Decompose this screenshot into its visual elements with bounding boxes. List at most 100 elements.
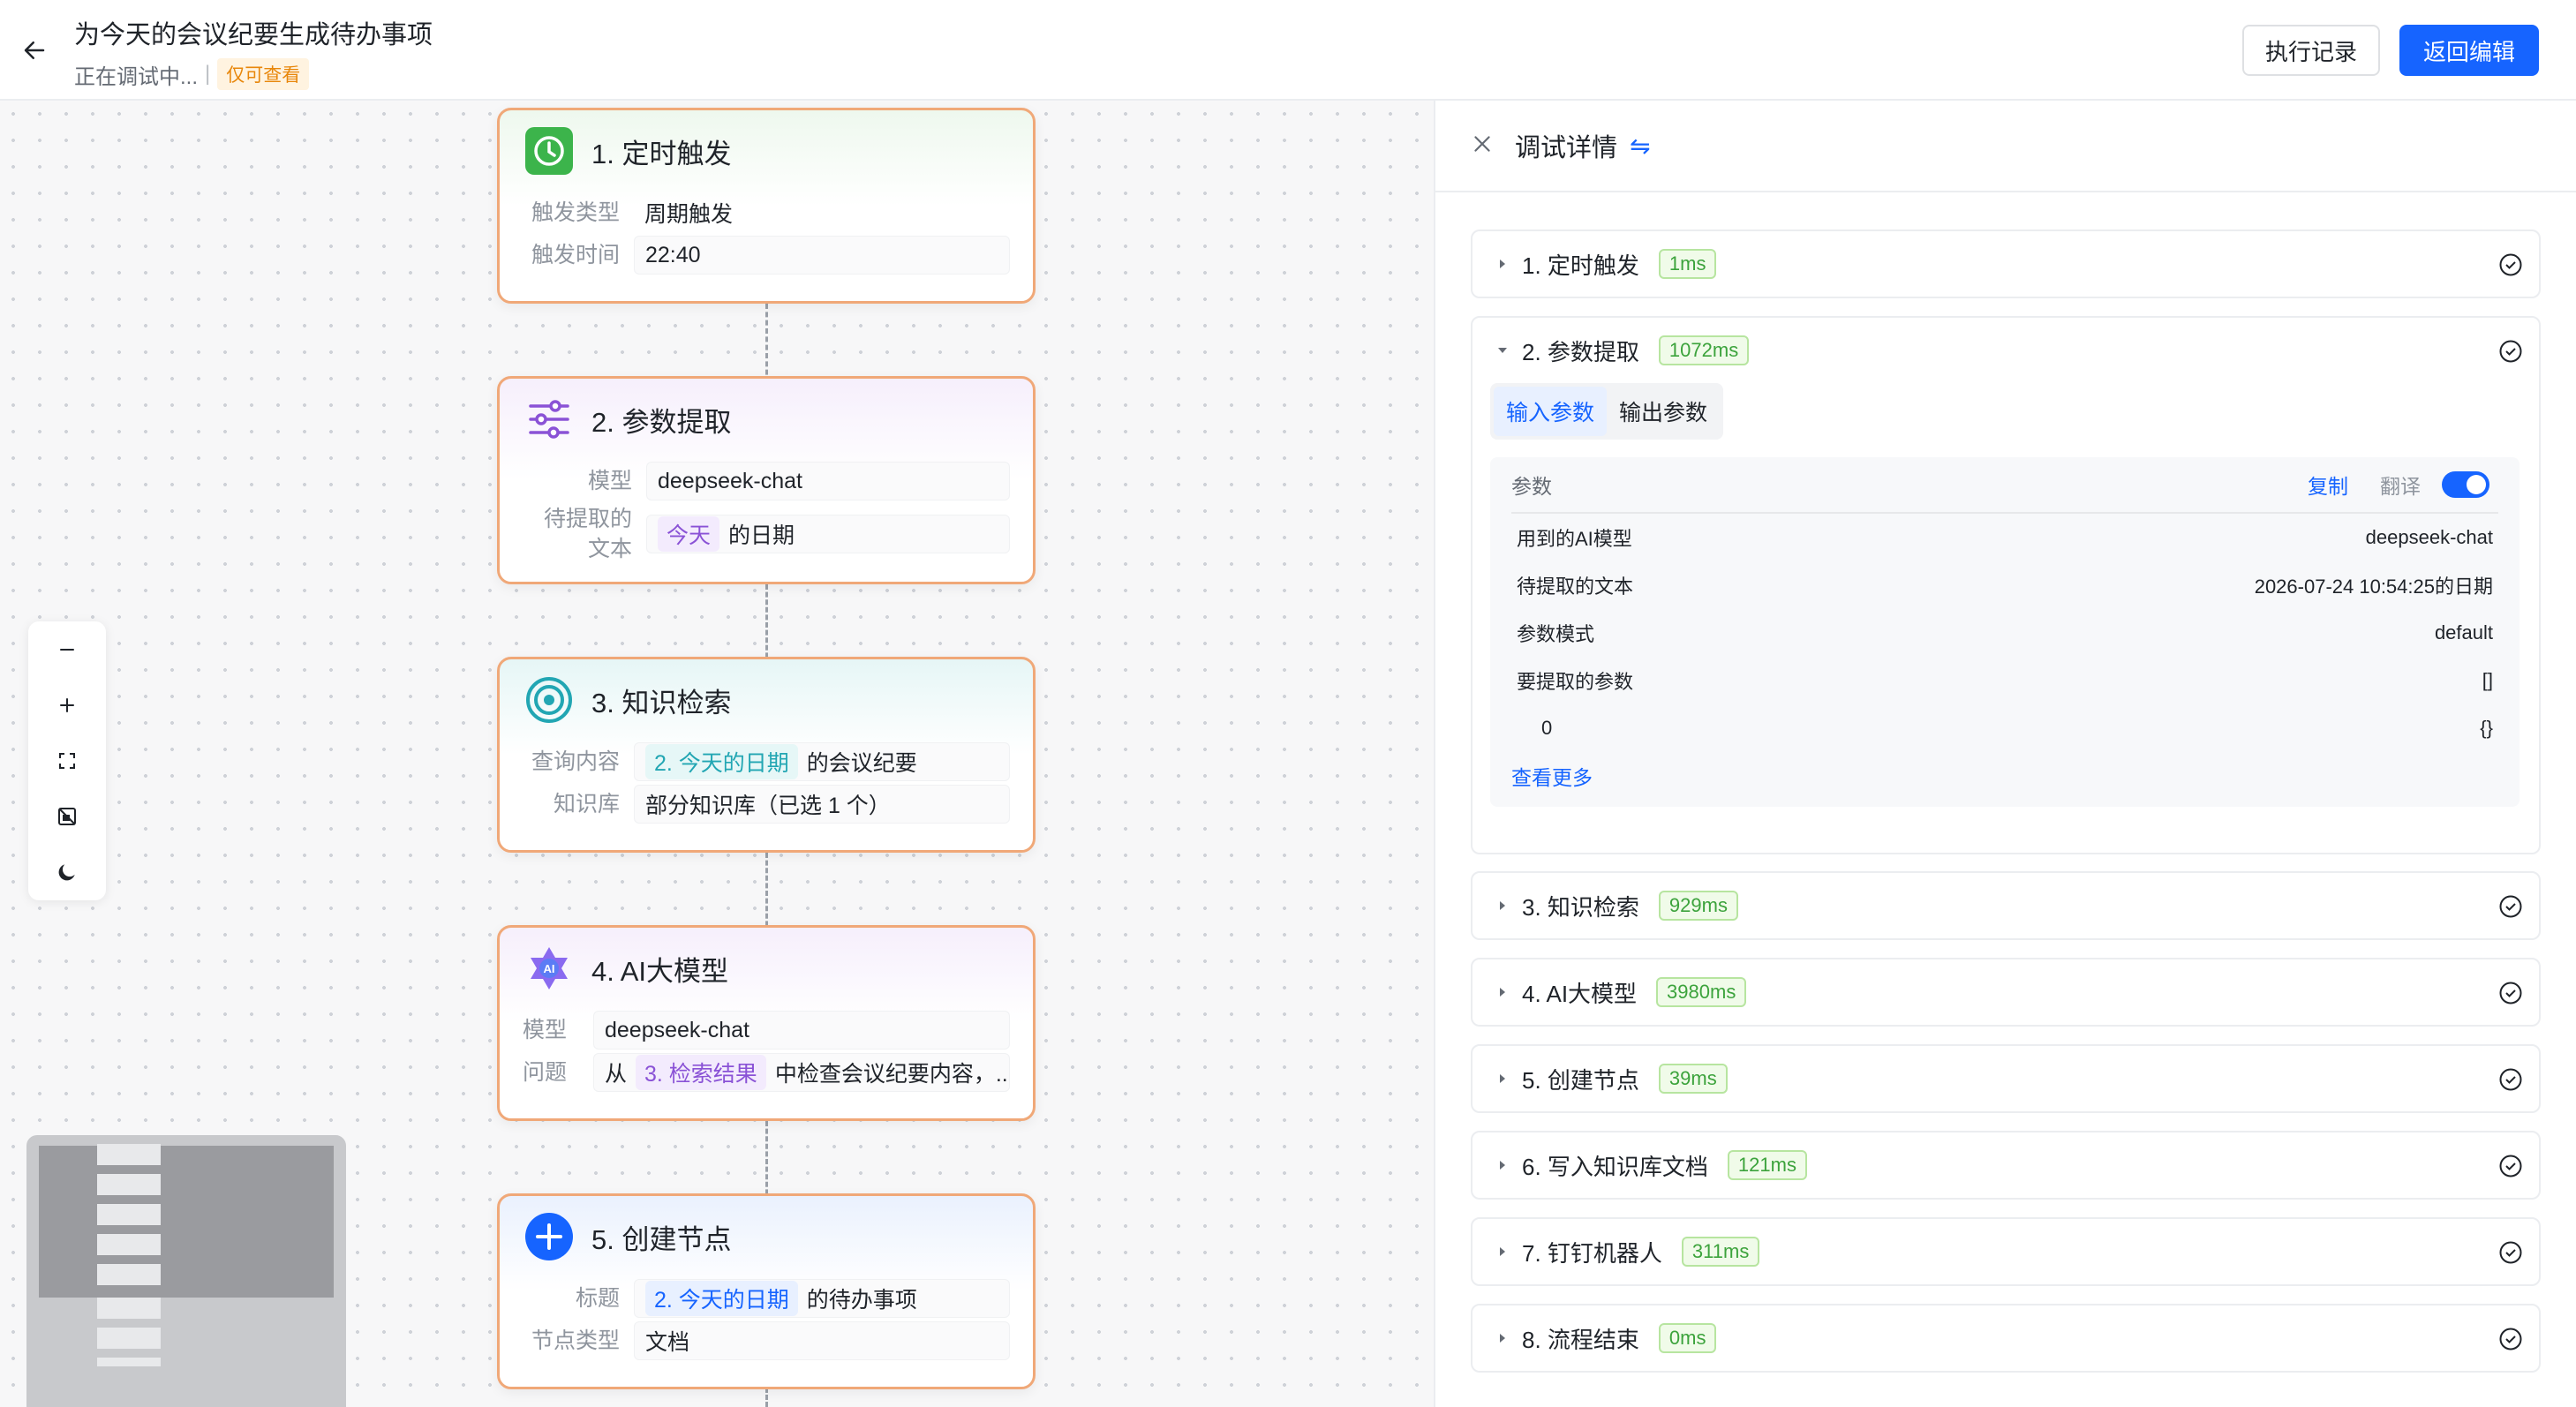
duration-badge: 1ms <box>1658 249 1717 279</box>
variable-tag: 2. 今天的日期 <box>645 744 798 779</box>
ai-star-icon: AI <box>524 944 574 993</box>
caret-right-icon[interactable] <box>1492 253 1513 275</box>
field-label: 待提取的文本 <box>543 507 632 561</box>
caret-right-icon[interactable] <box>1492 982 1513 1003</box>
node-title: 2. 参数提取 <box>591 406 732 438</box>
field-value: 的会议纪要 <box>806 751 917 776</box>
step-item[interactable]: 4. AI大模型 3980ms <box>1471 958 2541 1027</box>
step-item-expanded[interactable]: 2. 参数提取 1072ms 输入参数 输出参数 参数 复制 翻译 用到的AI模… <box>1471 316 2541 854</box>
connector-line <box>765 853 768 934</box>
step-item[interactable]: 7. 钉钉机器人 311ms <box>1471 1217 2541 1286</box>
minimap-viewport[interactable] <box>39 1146 334 1298</box>
field-label: 查询内容 <box>531 749 620 774</box>
param-value: default <box>2434 621 2493 643</box>
minimap-toggle-icon[interactable] <box>28 788 106 844</box>
param-row: 0 {} <box>1511 704 2498 752</box>
step-name: 1. 定时触发 <box>1522 252 1639 279</box>
minimap-node <box>97 1264 161 1285</box>
caret-right-icon[interactable] <box>1492 1328 1513 1349</box>
tab-input-params[interactable]: 输入参数 <box>1494 387 1608 436</box>
minimap-node <box>97 1298 161 1319</box>
debug-detail-panel: 调试详情 ⇋ 1. 定时触发 1ms 2. 参数提取 1072ms 输入参数 输… <box>1434 101 2576 1407</box>
dark-mode-moon-icon[interactable] <box>28 844 106 899</box>
caret-right-icon[interactable] <box>1492 1241 1513 1262</box>
debug-status: 正在调试中... | 仅可查看 <box>74 58 310 90</box>
page-title: 为今天的会议纪要生成待办事项 <box>74 21 433 49</box>
view-more-link[interactable]: 查看更多 <box>1511 752 1593 791</box>
caret-right-icon[interactable] <box>1492 1155 1513 1176</box>
node-title: 4. AI大模型 <box>591 955 729 987</box>
workflow-canvas[interactable]: 1. 定时触发 触发类型 周期触发 触发时间 22:40 2. 参数提取 模型 … <box>0 101 1434 1407</box>
field-label: 标题 <box>575 1286 620 1311</box>
check-circle-icon <box>2498 894 2523 923</box>
connector-line <box>765 304 768 383</box>
swap-arrows-icon[interactable]: ⇋ <box>1630 132 1650 161</box>
minimap[interactable] <box>26 1135 346 1407</box>
param-tabs: 输入参数 输出参数 <box>1490 383 1724 440</box>
minimap-node <box>97 1144 161 1165</box>
param-row: 待提取的文本 2026-07-24 10:54:25的日期 <box>1511 561 2498 609</box>
caret-right-icon[interactable] <box>1492 895 1513 916</box>
minimap-node <box>97 1174 161 1195</box>
duration-badge: 929ms <box>1658 891 1738 921</box>
step-name: 7. 钉钉机器人 <box>1522 1239 1662 1267</box>
connector-line <box>765 1121 768 1202</box>
node-timer-trigger[interactable]: 1. 定时触发 触发类型 周期触发 触发时间 22:40 <box>497 108 1036 304</box>
back-to-edit-button[interactable]: 返回编辑 <box>2399 25 2539 76</box>
step-item[interactable]: 5. 创建节点 39ms <box>1471 1044 2541 1113</box>
node-ai-model[interactable]: AI 4. AI大模型 模型 deepseek-chat 问题 从 3. 检索结… <box>497 925 1036 1121</box>
node-title: 3. 知识检索 <box>591 687 732 719</box>
field-label: 问题 <box>523 1060 568 1085</box>
step-item[interactable]: 3. 知识检索 929ms <box>1471 871 2541 940</box>
duration-badge: 39ms <box>1658 1064 1728 1094</box>
history-button[interactable]: 执行记录 <box>2242 25 2380 76</box>
caret-right-icon[interactable] <box>1492 1068 1513 1089</box>
param-key: 要提取的参数 <box>1517 671 1634 693</box>
minimap-node <box>97 1204 161 1225</box>
zoom-out-icon[interactable] <box>28 621 106 677</box>
params-box: 参数 复制 翻译 用到的AI模型 deepseek-chat 待提取的文本 20… <box>1490 457 2520 807</box>
caret-down-icon[interactable] <box>1492 340 1513 361</box>
check-circle-icon <box>2498 1154 2523 1183</box>
field-value: 的待办事项 <box>806 1288 917 1313</box>
node-knowledge-search[interactable]: 3. 知识检索 查询内容 2. 今天的日期 的会议纪要 知识库 部分知识库（已选… <box>497 657 1036 853</box>
check-circle-icon <box>2498 1240 2523 1269</box>
duration-badge: 121ms <box>1727 1150 1807 1180</box>
node-create-node[interactable]: 5. 创建节点 标题 2. 今天的日期 的待办事项 节点类型 文档 <box>497 1193 1036 1389</box>
field-value: deepseek-chat <box>593 1011 1010 1050</box>
param-row: 参数模式 default <box>1511 609 2498 657</box>
step-item[interactable]: 1. 定时触发 1ms <box>1471 229 2541 298</box>
readonly-badge: 仅可查看 <box>217 58 310 90</box>
sliders-icon <box>524 395 574 444</box>
field-label: 模型 <box>523 1018 568 1042</box>
translate-label: 翻译 <box>2380 475 2421 498</box>
step-name: 3. 知识检索 <box>1522 893 1639 921</box>
param-key: 0 <box>1541 717 1553 739</box>
status-separator: | <box>205 62 211 86</box>
zoom-in-icon[interactable] <box>28 677 106 733</box>
param-key: 用到的AI模型 <box>1517 528 1632 550</box>
duration-badge: 3980ms <box>1656 977 1747 1007</box>
node-param-extract[interactable]: 2. 参数提取 模型 deepseek-chat 待提取的文本 今天 的日期 <box>497 376 1036 584</box>
check-circle-icon <box>2498 252 2523 282</box>
svg-text:AI: AI <box>544 962 555 975</box>
field-value: 文档 <box>634 1321 1010 1360</box>
translate-toggle[interactable] <box>2442 471 2489 498</box>
close-icon[interactable] <box>1471 132 1494 160</box>
tab-output-params[interactable]: 输出参数 <box>1607 387 1720 436</box>
field-label: 触发类型 <box>531 200 620 225</box>
fit-view-icon[interactable] <box>28 733 106 788</box>
canvas-toolbar <box>28 621 106 900</box>
step-name: 5. 创建节点 <box>1522 1066 1639 1094</box>
target-search-icon <box>524 675 574 725</box>
check-circle-icon <box>2498 1067 2523 1096</box>
clock-icon <box>524 126 574 176</box>
step-item[interactable]: 6. 写入知识库文档 121ms <box>1471 1131 2541 1200</box>
back-arrow-icon[interactable] <box>16 32 53 69</box>
copy-link[interactable]: 复制 <box>2308 470 2348 500</box>
field-value: deepseek-chat <box>646 462 1010 500</box>
step-name: 2. 参数提取 <box>1522 338 1639 365</box>
param-value: 2026-07-24 10:54:25的日期 <box>2254 576 2493 598</box>
step-item[interactable]: 8. 流程结束 0ms <box>1471 1304 2541 1373</box>
duration-badge: 0ms <box>1658 1323 1717 1353</box>
